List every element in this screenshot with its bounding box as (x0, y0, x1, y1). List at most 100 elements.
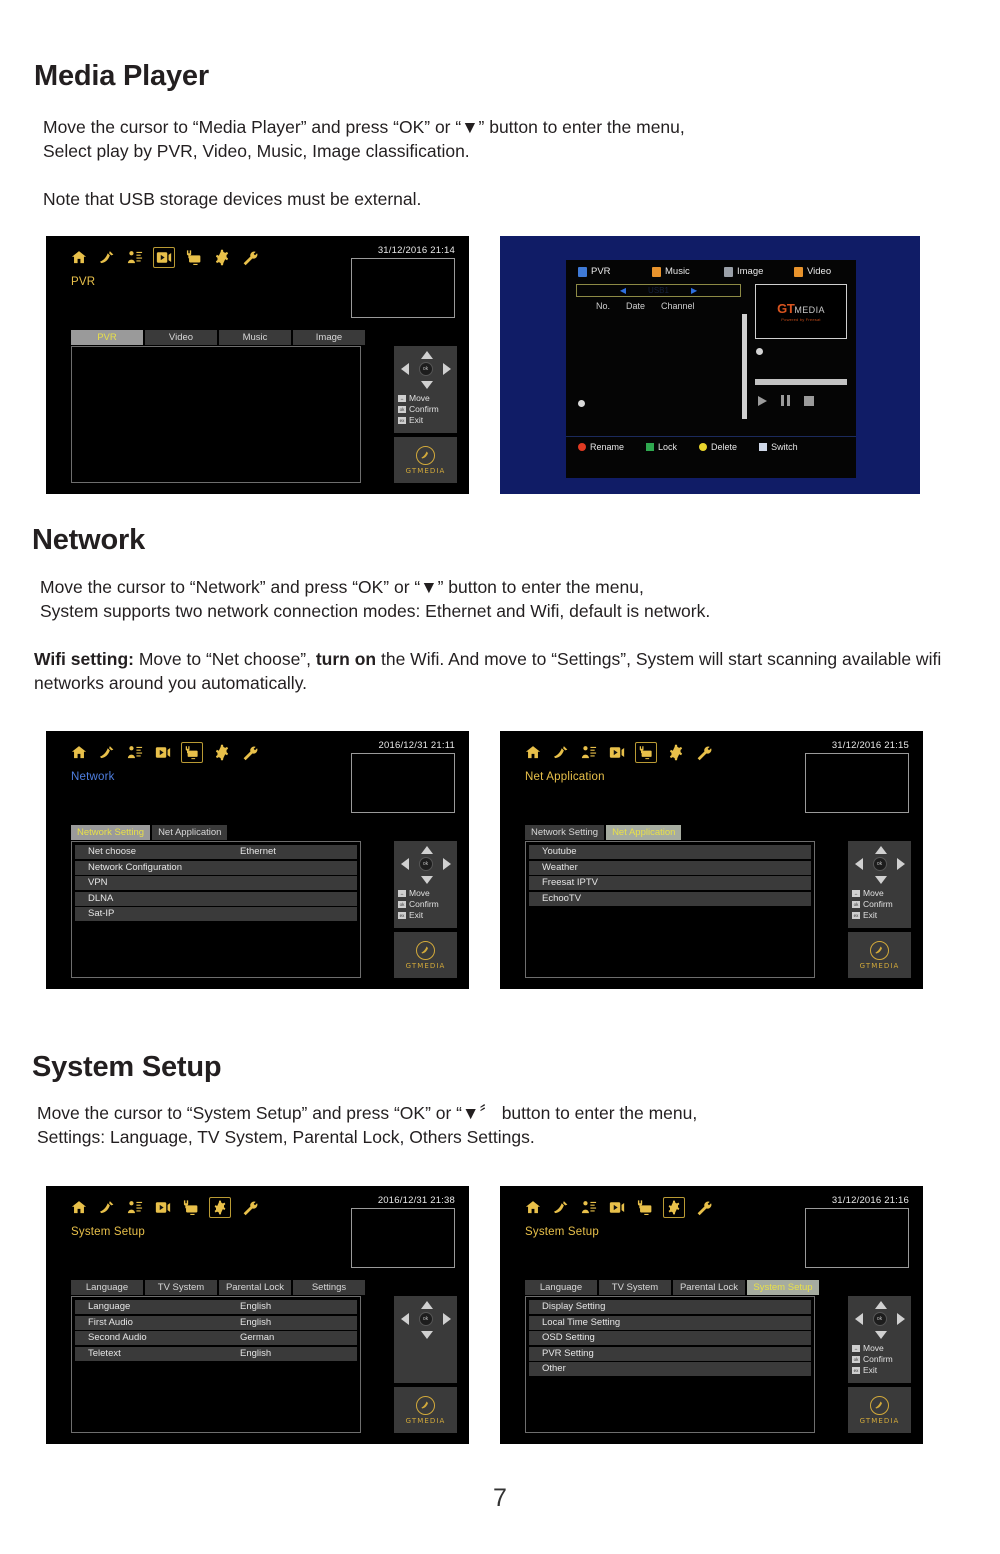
tab-net-application[interactable]: Net Application (606, 825, 682, 840)
dpad-down-icon[interactable] (420, 381, 433, 389)
tab-tv-system[interactable]: TV System (599, 1280, 671, 1295)
list-item[interactable]: DLNA (75, 891, 357, 906)
file-list-scrollbar[interactable] (742, 314, 747, 419)
mp-tab-music[interactable]: Music (652, 266, 724, 277)
dpad-ok-icon[interactable]: ok (872, 857, 887, 871)
system-setup-icon[interactable] (663, 1197, 685, 1218)
dpad-right-icon[interactable] (896, 1313, 905, 1325)
satellite-dish-icon[interactable] (551, 743, 570, 762)
tools-icon[interactable] (694, 1198, 713, 1217)
dpad-icon[interactable]: ok (400, 1300, 452, 1340)
system-setup-icon[interactable] (212, 248, 231, 267)
prev-device-icon[interactable]: ◀ (620, 286, 626, 295)
home-icon[interactable] (69, 248, 88, 267)
dpad-ok-icon[interactable]: ok (418, 1312, 433, 1326)
tab-system-setup[interactable]: System Setup (747, 1280, 819, 1295)
dpad-right-icon[interactable] (442, 363, 451, 375)
dpad-up-icon[interactable] (874, 1301, 887, 1309)
channel-list-icon[interactable] (125, 743, 144, 762)
dpad-left-icon[interactable] (854, 858, 863, 870)
tools-icon[interactable] (694, 743, 713, 762)
channel-list-icon[interactable] (125, 1198, 144, 1217)
mp-tab-video[interactable]: Video (794, 266, 831, 277)
tools-icon[interactable] (240, 248, 259, 267)
satellite-dish-icon[interactable] (97, 743, 116, 762)
list-item[interactable]: First Audio English (75, 1315, 357, 1330)
dpad-right-icon[interactable] (442, 1313, 451, 1325)
dpad-right-icon[interactable] (442, 858, 451, 870)
system-setup-icon[interactable] (212, 743, 231, 762)
channel-list-icon[interactable] (579, 743, 598, 762)
list-item[interactable]: Net choose Ethernet (75, 845, 357, 859)
tab-tv-system[interactable]: TV System (145, 1280, 217, 1295)
network-icon[interactable] (635, 1198, 654, 1217)
list-item[interactable]: Language English (75, 1300, 357, 1314)
dpad-up-icon[interactable] (874, 846, 887, 854)
dpad-down-icon[interactable] (420, 1331, 433, 1339)
network-icon[interactable] (635, 742, 657, 763)
tab-settings[interactable]: Settings (293, 1280, 365, 1295)
list-item[interactable]: EchooTV (529, 891, 811, 906)
dpad-down-icon[interactable] (874, 1331, 887, 1339)
satellite-dish-icon[interactable] (97, 1198, 116, 1217)
stop-icon[interactable] (803, 395, 814, 406)
list-item[interactable]: Freesat IPTV (529, 876, 811, 890)
dpad-left-icon[interactable] (400, 1313, 409, 1325)
list-item[interactable]: PVR Setting (529, 1346, 811, 1361)
list-item[interactable]: Weather (529, 860, 811, 875)
system-setup-icon[interactable] (209, 1197, 231, 1218)
dpad-ok-icon[interactable]: ok (418, 857, 433, 871)
next-device-icon[interactable]: ▶ (691, 286, 697, 295)
dpad-ok-icon[interactable]: ok (872, 1312, 887, 1326)
dpad-icon[interactable]: ok (400, 845, 452, 885)
home-icon[interactable] (523, 743, 542, 762)
media-player-icon[interactable] (153, 247, 175, 268)
dpad-up-icon[interactable] (420, 351, 433, 359)
lock-button[interactable]: Lock (646, 442, 677, 452)
tab-music[interactable]: Music (219, 330, 291, 345)
list-item[interactable]: Local Time Setting (529, 1315, 811, 1330)
play-icon[interactable] (758, 395, 767, 406)
mp-tab-image[interactable]: Image (724, 266, 794, 277)
pause-icon[interactable] (781, 395, 790, 406)
dpad-left-icon[interactable] (400, 858, 409, 870)
media-player-icon[interactable] (607, 743, 626, 762)
dpad-down-icon[interactable] (874, 876, 887, 884)
dpad-up-icon[interactable] (420, 1301, 433, 1309)
device-selector[interactable]: ◀ USB1 ▶ (576, 284, 741, 297)
tab-network-setting[interactable]: Network Setting (71, 825, 151, 840)
dpad-icon[interactable]: ok (854, 845, 906, 885)
system-setup-icon[interactable] (666, 743, 685, 762)
tools-icon[interactable] (240, 1198, 259, 1217)
dpad-left-icon[interactable] (400, 363, 409, 375)
osd-file-list[interactable] (71, 346, 361, 483)
playback-progress-bar[interactable] (755, 379, 847, 385)
list-item[interactable]: Display Setting (529, 1300, 811, 1314)
tab-parental-lock[interactable]: Parental Lock (219, 1280, 291, 1295)
media-player-icon[interactable] (607, 1198, 626, 1217)
media-player-icon[interactable] (153, 1198, 172, 1217)
dpad-left-icon[interactable] (854, 1313, 863, 1325)
tab-video[interactable]: Video (145, 330, 217, 345)
satellite-dish-icon[interactable] (97, 248, 116, 267)
dpad-ok-icon[interactable]: ok (418, 362, 433, 376)
tab-parental-lock[interactable]: Parental Lock (673, 1280, 745, 1295)
media-player-icon[interactable] (153, 743, 172, 762)
delete-button[interactable]: Delete (699, 442, 737, 452)
dpad-icon[interactable]: ok (400, 350, 452, 390)
tab-pvr[interactable]: PVR (71, 330, 143, 345)
dpad-up-icon[interactable] (420, 846, 433, 854)
home-icon[interactable] (69, 1198, 88, 1217)
dpad-icon[interactable]: ok (854, 1300, 906, 1340)
list-item[interactable]: VPN (75, 876, 357, 890)
network-icon[interactable] (181, 742, 203, 763)
tab-network-setting[interactable]: Network Setting (525, 825, 605, 840)
tab-image[interactable]: Image (293, 330, 365, 345)
list-item[interactable]: Sat-IP (75, 907, 357, 921)
satellite-dish-icon[interactable] (551, 1198, 570, 1217)
list-item[interactable]: Second Audio German (75, 1331, 357, 1345)
list-item[interactable]: OSD Setting (529, 1331, 811, 1345)
tab-language[interactable]: Language (525, 1280, 597, 1295)
list-item[interactable]: Other (529, 1362, 811, 1376)
tab-language[interactable]: Language (71, 1280, 143, 1295)
